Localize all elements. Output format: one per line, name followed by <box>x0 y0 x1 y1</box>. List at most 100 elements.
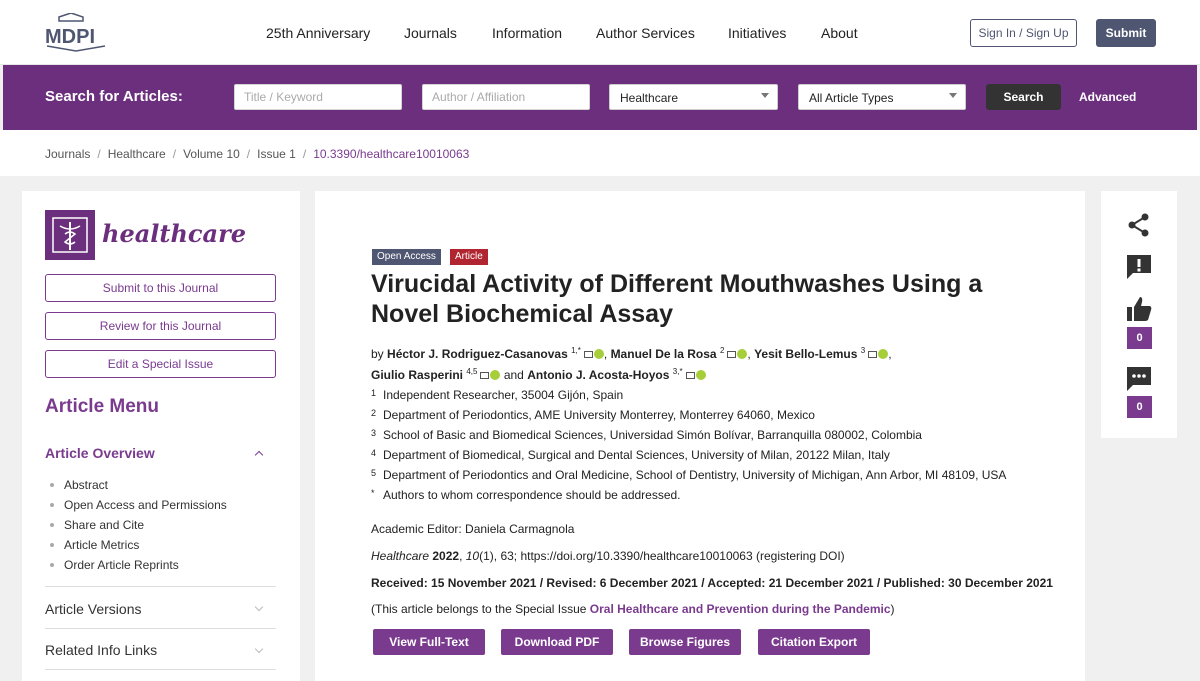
special-issue-link[interactable]: Oral Healthcare and Prevention during th… <box>590 602 891 616</box>
journal-select-value: Healthcare <box>620 91 679 105</box>
search-label: Search for Articles: <box>45 88 183 105</box>
breadcrumb-separator: / <box>246 147 251 161</box>
chevron-down-icon[interactable] <box>254 602 264 612</box>
sign-in-button[interactable]: Sign In / Sign Up <box>970 19 1077 47</box>
bullet-icon <box>50 483 54 487</box>
breadcrumb-journals[interactable]: Journals <box>45 147 90 161</box>
orcid-icon[interactable] <box>695 370 706 380</box>
breadcrumb-bar: Journals / Healthcare / Volume 10 / Issue 1 / 10… <box>0 130 1200 176</box>
title-keyword-input[interactable]: Title / Keyword <box>234 84 402 110</box>
citation-export-button[interactable]: Citation Export <box>758 629 870 655</box>
affiliation-item: 1 Independent Researcher, 35004 Gijón, Sp… <box>371 388 623 402</box>
article-menu-title: Article Menu <box>45 396 160 417</box>
bullet-icon <box>50 523 54 527</box>
submit-button[interactable]: Submit <box>1096 19 1156 47</box>
breadcrumb-volume[interactable]: Volume 10 <box>183 147 240 161</box>
citation-line: Healthcare 2022, 10(1), 63; https://doi.… <box>371 549 845 563</box>
nav-author-services[interactable]: Author Services <box>596 25 695 41</box>
author-name[interactable]: Antonio J. Acosta-Hoyos <box>527 368 669 382</box>
author-name[interactable]: Giulio Rasperini <box>371 368 463 382</box>
healthcare-journal-icon[interactable] <box>45 210 95 260</box>
dates-text: Received: 15 November 2021 / Revised: 6 … <box>371 576 1053 590</box>
journal-name[interactable]: healthcare <box>102 219 246 248</box>
nav-journals[interactable]: Journals <box>404 25 457 41</box>
affiliation-item: 5 Department of Periodontics and Oral Med… <box>371 468 1006 482</box>
breadcrumb-separator: / <box>172 147 177 161</box>
author-name[interactable]: Yesit Bello-Lemus <box>754 347 857 361</box>
nav-25th-anniversary[interactable]: 25th Anniversary <box>266 25 370 41</box>
special-issue-suffix: ) <box>890 602 895 616</box>
article-overview-toggle[interactable]: Article Overview <box>45 445 155 461</box>
journal-select[interactable]: Healthcare <box>609 84 778 110</box>
search-bar: Search for Articles: Title / Keyword Aut… <box>3 65 1197 130</box>
edit-special-issue-button[interactable]: Edit a Special Issue <box>45 350 276 378</box>
chevron-up-icon[interactable] <box>254 450 264 460</box>
affiliation-number: 3 <box>371 428 377 438</box>
comment-count: 0 <box>1127 396 1152 418</box>
submit-to-journal-button[interactable]: Submit to this Journal <box>45 274 276 302</box>
breadcrumb-doi[interactable]: 10.3390/healthcare10010063 <box>313 147 469 161</box>
orcid-icon[interactable] <box>593 349 604 359</box>
author-name[interactable]: Héctor J. Rodriguez-Casanovas <box>387 347 568 361</box>
affiliation-text: Department of Periodontics, AME Universi… <box>383 408 815 422</box>
comment-icon[interactable] <box>1125 365 1153 393</box>
affiliation-item: 4 Department of Biomedical, Surgical and … <box>371 448 890 462</box>
article-type-select[interactable]: All Article Types <box>798 84 966 110</box>
affiliation-text: Independent Researcher, 35004 Gijón, Spa… <box>383 388 624 402</box>
citation-details[interactable]: (1), 63; https://doi.org/10.3390/healthc… <box>479 549 845 563</box>
chevron-down-icon[interactable] <box>254 644 264 654</box>
affiliation-text: Department of Periodontics and Oral Medi… <box>383 468 1007 482</box>
mdpi-logo[interactable]: MDPI <box>45 12 107 53</box>
article-type-badge: Article <box>450 249 488 265</box>
overview-share-cite-link[interactable]: Share and Cite <box>64 518 144 532</box>
top-navigation: MDPI 25th Anniversary Journals Informati… <box>0 0 1200 65</box>
search-button[interactable]: Search <box>986 84 1061 110</box>
related-info-links-toggle[interactable]: Related Info Links <box>45 642 157 658</box>
breadcrumb-healthcare[interactable]: Healthcare <box>108 147 166 161</box>
open-access-badge: Open Access <box>372 249 441 265</box>
browse-figures-button[interactable]: Browse Figures <box>629 629 741 655</box>
chevron-down-icon <box>949 93 957 98</box>
advanced-search-link[interactable]: Advanced <box>1079 90 1136 104</box>
divider <box>45 628 276 629</box>
bullet-icon <box>50 543 54 547</box>
chevron-down-icon <box>761 93 769 98</box>
orcid-icon[interactable] <box>490 370 501 380</box>
mail-icon[interactable] <box>727 351 737 358</box>
download-pdf-button[interactable]: Download PDF <box>501 629 613 655</box>
nav-about[interactable]: About <box>821 25 858 41</box>
nav-initiatives[interactable]: Initiatives <box>728 25 786 41</box>
author-name[interactable]: Manuel De la Rosa <box>611 347 717 361</box>
overview-open-access-link[interactable]: Open Access and Permissions <box>64 498 227 512</box>
author-affiliation-sup: 1,* <box>571 346 581 355</box>
author-affiliation-sup: 3,* <box>672 367 683 376</box>
overview-abstract-link[interactable]: Abstract <box>64 478 108 492</box>
review-for-journal-button[interactable]: Review for this Journal <box>45 312 276 340</box>
author-affiliation-input[interactable]: Author / Affiliation <box>422 84 590 110</box>
breadcrumb-separator: / <box>97 147 101 161</box>
left-sidebar: healthcare Submit to this Journal Review… <box>22 191 300 681</box>
article-versions-toggle[interactable]: Article Versions <box>45 601 141 617</box>
mail-icon[interactable] <box>583 351 593 358</box>
author-affiliation-sup: 3 <box>860 346 866 355</box>
orcid-icon[interactable] <box>878 349 889 359</box>
report-icon[interactable] <box>1125 253 1153 281</box>
overview-reprints-link[interactable]: Order Article Reprints <box>64 558 179 572</box>
mail-icon[interactable] <box>480 372 490 379</box>
academic-editor: Academic Editor: Daniela Carmagnola <box>371 522 575 536</box>
affiliation-text: Authors to whom correspondence should be… <box>383 488 681 502</box>
like-icon[interactable] <box>1125 295 1153 323</box>
share-icon[interactable] <box>1125 211 1153 239</box>
affiliation-number: 5 <box>371 468 377 478</box>
orcid-icon[interactable] <box>737 349 748 359</box>
affiliation-number: 1 <box>371 388 377 398</box>
special-issue-note: (This article belongs to the Special Iss… <box>371 602 895 616</box>
overview-metrics-link[interactable]: Article Metrics <box>64 538 139 552</box>
mail-icon[interactable] <box>868 351 878 358</box>
view-full-text-button[interactable]: View Full-Text <box>373 629 485 655</box>
right-action-panel: 0 0 <box>1101 191 1177 438</box>
nav-information[interactable]: Information <box>492 25 562 41</box>
mail-icon[interactable] <box>685 372 695 379</box>
breadcrumb-issue[interactable]: Issue 1 <box>257 147 296 161</box>
article-title: Virucidal Activity of Different Mouthwas… <box>371 270 983 328</box>
